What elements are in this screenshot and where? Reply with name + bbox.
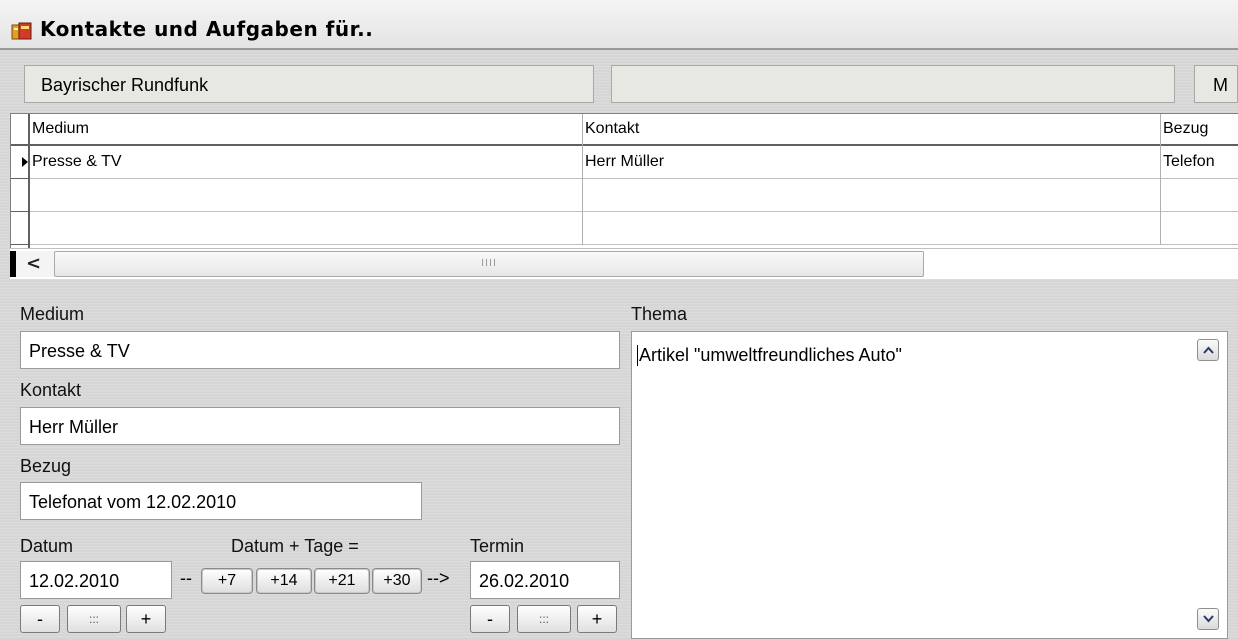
cell-kontakt[interactable]: [583, 212, 1161, 245]
termin-today-button[interactable]: :::: [517, 605, 571, 633]
secondary-field[interactable]: [611, 65, 1175, 103]
scroll-left-button[interactable]: <: [10, 251, 54, 277]
cell-bezug[interactable]: Telefon: [1161, 146, 1238, 179]
table-row[interactable]: Presse & TV Herr Müller Telefon: [11, 146, 1238, 179]
scrollbar-thumb[interactable]: IIII: [54, 251, 924, 277]
row-selector[interactable]: [11, 212, 30, 245]
table-row[interactable]: [11, 179, 1238, 212]
add-30-days-button[interactable]: +30: [372, 568, 422, 594]
cell-bezug[interactable]: [1161, 179, 1238, 212]
thema-text: Artikel "umweltfreundliches Auto": [637, 345, 902, 366]
cell-medium[interactable]: [30, 179, 583, 212]
scroll-down-icon: [1203, 615, 1214, 623]
datum-field[interactable]: 12.02.2010: [20, 561, 172, 599]
cell-kontakt[interactable]: Herr Müller: [583, 146, 1161, 179]
add-21-days-button[interactable]: +21: [314, 568, 370, 594]
thema-label: Thema: [631, 304, 688, 324]
organization-field[interactable]: Bayrischer Rundfunk: [24, 65, 594, 103]
row-selector-column: [11, 114, 30, 250]
datum-tage-label: Datum + Tage =: [231, 536, 359, 556]
contacts-grid: Medium Kontakt Bezug Presse & TV Herr Mü…: [10, 113, 1238, 250]
scroll-down-button[interactable]: [1197, 608, 1219, 630]
termin-decrement-button[interactable]: -: [470, 605, 510, 633]
termin-label: Termin: [470, 536, 525, 556]
cell-medium[interactable]: Presse & TV: [30, 146, 583, 179]
row-selector-header: [11, 114, 30, 146]
bezug-field[interactable]: Telefonat vom 12.02.2010: [20, 482, 422, 520]
datum-label: Datum: [20, 536, 74, 556]
window-title: Kontakte und Aufgaben für..: [40, 17, 374, 41]
separator-right: -->: [427, 568, 450, 588]
scroll-up-icon: [1203, 346, 1214, 354]
scroll-left-icon: <: [26, 253, 42, 274]
column-header-kontakt[interactable]: Kontakt: [583, 114, 1161, 146]
row-selector[interactable]: [11, 179, 30, 212]
add-7-days-button[interactable]: +7: [201, 568, 253, 594]
kontakt-label: Kontakt: [20, 380, 82, 400]
thema-textarea[interactable]: Artikel "umweltfreundliches Auto": [631, 331, 1228, 639]
kontakt-field[interactable]: Herr Müller: [20, 407, 620, 445]
cell-medium[interactable]: [30, 212, 583, 245]
termin-increment-button[interactable]: +: [577, 605, 617, 633]
row-pointer-icon: [22, 157, 28, 167]
grid-header: Medium Kontakt Bezug: [11, 114, 1238, 146]
cell-bezug[interactable]: [1161, 212, 1238, 245]
column-header-medium[interactable]: Medium: [30, 114, 583, 146]
add-14-days-button[interactable]: +14: [256, 568, 312, 594]
datum-increment-button[interactable]: +: [126, 605, 166, 633]
bezug-label: Bezug: [20, 456, 72, 476]
scroll-up-button[interactable]: [1197, 339, 1219, 361]
window-titlebar: Kontakte und Aufgaben für..: [0, 0, 1238, 50]
cell-kontakt[interactable]: [583, 179, 1161, 212]
medium-field[interactable]: Presse & TV: [20, 331, 620, 369]
medium-label: Medium: [20, 304, 85, 324]
third-field[interactable]: M: [1194, 65, 1238, 103]
datum-today-button[interactable]: :::: [67, 605, 121, 633]
grid-horizontal-scrollbar[interactable]: < IIII: [10, 248, 1238, 279]
datum-decrement-button[interactable]: -: [20, 605, 60, 633]
termin-field[interactable]: 26.02.2010: [470, 561, 620, 599]
app-window-icon: [11, 22, 32, 40]
row-selector[interactable]: [11, 146, 30, 179]
table-row[interactable]: [11, 212, 1238, 245]
separator-left: --: [180, 568, 192, 588]
column-header-bezug[interactable]: Bezug: [1161, 114, 1238, 146]
